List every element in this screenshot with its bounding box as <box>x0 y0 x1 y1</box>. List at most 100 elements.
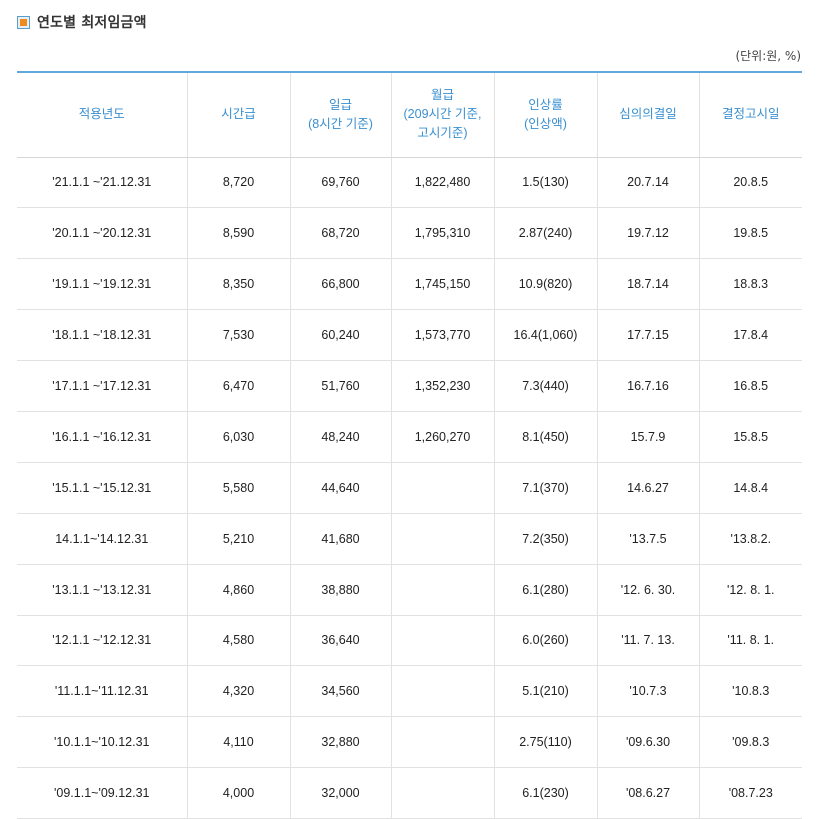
cell-monthly: 1,352,230 <box>391 360 495 412</box>
cell-decision-date: '09.6.30 <box>597 716 700 769</box>
column-header-line: 시간급 <box>221 107 256 122</box>
cell-hourly: 4,000 <box>187 767 291 819</box>
table-header-row: 적용년도 시간급 일급 (8시간 기준) 월급 (209시간 기준, 고시기준) 인상률 (인상… <box>17 71 802 158</box>
cell-decision-date: 17.7.15 <box>597 309 700 362</box>
cell-decision-date: '08.6.27 <box>597 767 700 819</box>
table-row: '18.1.1 ~'18.12.31 7,530 60,240 1,573,770 16… <box>17 309 802 362</box>
cell-hourly: 5,210 <box>187 513 291 565</box>
cell-daily: 48,240 <box>290 411 392 463</box>
table-row: '17.1.1 ~'17.12.31 6,470 51,760 1,352,230 7.… <box>17 360 802 412</box>
cell-monthly: 1,260,270 <box>391 411 495 463</box>
table-body: '21.1.1 ~'21.12.31 8,720 69,760 1,822,480 1.… <box>17 157 802 819</box>
cell-year: '15.1.1 ~'15.12.31 <box>17 462 188 514</box>
column-header-line: 결정고시일 <box>721 107 780 122</box>
table-row: '13.1.1 ~'13.12.31 4,860 38,880 6.1(280) '12… <box>17 564 802 616</box>
cell-rate: 7.3(440) <box>494 360 598 412</box>
cell-monthly <box>391 767 495 819</box>
cell-decision-date: 19.7.12 <box>597 207 700 260</box>
table-row: '21.1.1 ~'21.12.31 8,720 69,760 1,822,480 1.… <box>17 157 802 209</box>
cell-rate: 7.2(350) <box>494 513 598 565</box>
cell-daily: 51,760 <box>290 360 392 412</box>
column-header-monthly: 월급 (209시간 기준, 고시기준) <box>391 71 495 158</box>
cell-hourly: 8,720 <box>187 157 291 209</box>
cell-daily: 38,880 <box>290 564 392 616</box>
cell-daily: 68,720 <box>290 207 392 260</box>
cell-rate: 6.0(260) <box>494 615 598 667</box>
cell-hourly: 4,320 <box>187 665 291 718</box>
minimum-wage-table: 적용년도 시간급 일급 (8시간 기준) 월급 (209시간 기준, 고시기준) 인상률 (인상… <box>17 71 802 819</box>
cell-notice-date: '08.7.23 <box>699 767 802 819</box>
cell-daily: 36,640 <box>290 615 392 667</box>
table-row: '16.1.1 ~'16.12.31 6,030 48,240 1,260,270 8.… <box>17 411 802 463</box>
page-title: 연도별 최저임금액 <box>37 15 147 31</box>
section-title: 연도별 최저임금액 <box>17 11 147 33</box>
table-row: '09.1.1~'09.12.31 4,000 32,000 6.1(230) '08.… <box>17 767 802 819</box>
column-header-line: (인상액) <box>524 116 567 131</box>
column-header-hourly: 시간급 <box>187 71 291 158</box>
cell-year: '13.1.1 ~'13.12.31 <box>17 564 188 616</box>
cell-year: '11.1.1~'11.12.31 <box>17 665 188 718</box>
cell-year: '21.1.1 ~'21.12.31 <box>17 157 188 209</box>
cell-daily: 41,680 <box>290 513 392 565</box>
cell-monthly <box>391 513 495 565</box>
cell-decision-date: 15.7.9 <box>597 411 700 463</box>
column-header-rate: 인상률 (인상액) <box>494 71 598 158</box>
table-row: '10.1.1~'10.12.31 4,110 32,880 2.75(110) '09… <box>17 716 802 769</box>
cell-notice-date: 20.8.5 <box>699 157 802 209</box>
column-header-line: (8시간 기준) <box>308 116 373 131</box>
cell-daily: 69,760 <box>290 157 392 209</box>
cell-rate: 1.5(130) <box>494 157 598 209</box>
table-row: '19.1.1 ~'19.12.31 8,350 66,800 1,745,150 10… <box>17 258 802 311</box>
cell-year: '10.1.1~'10.12.31 <box>17 716 188 769</box>
cell-monthly: 1,822,480 <box>391 157 495 209</box>
cell-decision-date: '12. 6. 30. <box>597 564 700 616</box>
cell-hourly: 4,580 <box>187 615 291 667</box>
cell-notice-date: '10.8.3 <box>699 665 802 718</box>
cell-notice-date: 19.8.5 <box>699 207 802 260</box>
table-row: '20.1.1 ~'20.12.31 8,590 68,720 1,795,310 2.… <box>17 207 802 260</box>
cell-daily: 32,880 <box>290 716 392 769</box>
cell-year: '20.1.1 ~'20.12.31 <box>17 207 188 260</box>
cell-year: '18.1.1 ~'18.12.31 <box>17 309 188 362</box>
square-bullet-icon <box>17 15 30 29</box>
cell-decision-date: 16.7.16 <box>597 360 700 412</box>
cell-monthly: 1,573,770 <box>391 309 495 362</box>
cell-year: 14.1.1~'14.12.31 <box>17 513 188 565</box>
cell-notice-date: 17.8.4 <box>699 309 802 362</box>
cell-hourly: 8,350 <box>187 258 291 311</box>
cell-rate: 8.1(450) <box>494 411 598 463</box>
table-row: '11.1.1~'11.12.31 4,320 34,560 5.1(210) '10.… <box>17 665 802 718</box>
column-header-line: 인상률 <box>528 97 563 112</box>
cell-decision-date: '13.7.5 <box>597 513 700 565</box>
unit-note: (단위:원, %) <box>735 49 801 63</box>
cell-year: '12.1.1 ~'12.12.31 <box>17 615 188 667</box>
cell-monthly <box>391 615 495 667</box>
column-header-notice-date: 결정고시일 <box>699 71 802 158</box>
cell-year: '19.1.1 ~'19.12.31 <box>17 258 188 311</box>
cell-monthly <box>391 564 495 616</box>
cell-hourly: 4,110 <box>187 716 291 769</box>
cell-hourly: 4,860 <box>187 564 291 616</box>
cell-monthly: 1,745,150 <box>391 258 495 311</box>
cell-daily: 60,240 <box>290 309 392 362</box>
cell-rate: 5.1(210) <box>494 665 598 718</box>
cell-rate: 10.9(820) <box>494 258 598 311</box>
column-header-line: 월급 <box>430 88 454 103</box>
cell-monthly <box>391 462 495 514</box>
cell-daily: 34,560 <box>290 665 392 718</box>
cell-notice-date: 16.8.5 <box>699 360 802 412</box>
cell-rate: 7.1(370) <box>494 462 598 514</box>
cell-hourly: 5,580 <box>187 462 291 514</box>
column-header-line: 일급 <box>328 97 352 112</box>
column-header-line: 심의의결일 <box>619 107 677 122</box>
cell-decision-date: 20.7.14 <box>597 157 700 209</box>
cell-decision-date: 14.6.27 <box>597 462 700 514</box>
cell-rate: 6.1(280) <box>494 564 598 616</box>
cell-hourly: 6,470 <box>187 360 291 412</box>
cell-decision-date: 18.7.14 <box>597 258 700 311</box>
cell-notice-date: '12. 8. 1. <box>699 564 802 616</box>
cell-notice-date: 14.8.4 <box>699 462 802 514</box>
cell-notice-date: 15.8.5 <box>699 411 802 463</box>
cell-decision-date: '11. 7. 13. <box>597 615 700 667</box>
cell-rate: 6.1(230) <box>494 767 598 819</box>
